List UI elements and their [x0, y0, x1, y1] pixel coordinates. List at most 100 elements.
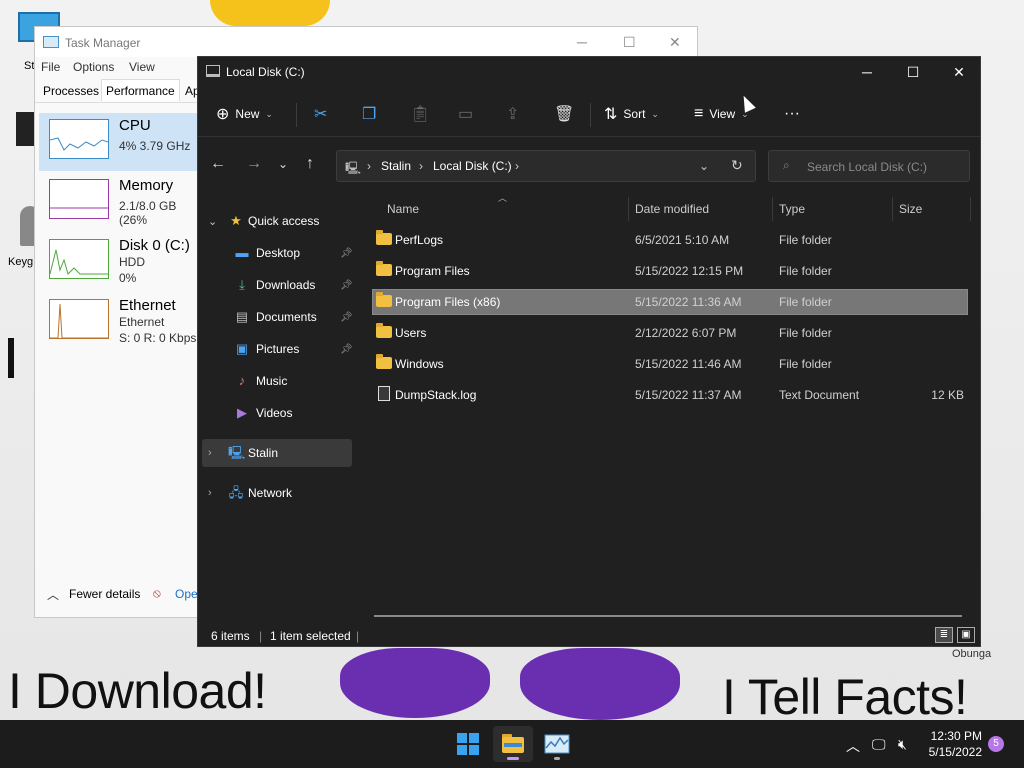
minimize-icon[interactable]: ─ — [852, 61, 882, 83]
file-row[interactable]: Program Files 5/15/2022 12:15 PM File fo… — [372, 258, 968, 284]
recent-locations-chevron-icon[interactable]: ⌄ — [278, 157, 288, 171]
chevron-right-icon: › — [208, 487, 212, 499]
view-label: View — [709, 107, 736, 121]
chevron-up-icon[interactable]: ︿ — [47, 586, 59, 603]
clock-date[interactable]: 5/15/2022 — [920, 745, 982, 759]
sidebar-item-label: Stalin — [248, 446, 279, 460]
fewer-details-link[interactable]: Fewer details — [69, 587, 140, 601]
start-button[interactable] — [448, 726, 488, 762]
volume-muted-icon[interactable]: 🔇︎ — [898, 736, 907, 753]
chevron-up-icon[interactable]: ︿ — [846, 736, 860, 756]
tab-performance[interactable]: Performance — [101, 79, 180, 101]
column-header-size[interactable]: Size — [899, 202, 922, 216]
large-icons-view-icon[interactable]: ▣ — [957, 627, 975, 643]
close-icon[interactable]: ✕ — [669, 34, 681, 51]
copy-button[interactable]: ❐ — [362, 99, 376, 129]
up-arrow-icon[interactable]: ↑ — [306, 155, 314, 173]
perf-item-memory[interactable]: Memory 2.1/8.0 GB (26% — [39, 173, 199, 231]
cut-button[interactable]: ✂ — [314, 99, 327, 129]
sidebar-item-pictures[interactable]: ▣ Pictures 📌︎ — [202, 335, 353, 363]
new-button[interactable]: ⊕ New ⌄ — [216, 99, 273, 129]
pin-icon: 📌︎ — [340, 343, 353, 355]
sidebar-item-music[interactable]: ♪ Music — [202, 367, 352, 395]
sidebar-item-label: Documents — [256, 310, 317, 324]
sidebar-item-quick-access[interactable]: ⌄ ★ Quick access — [202, 207, 352, 235]
file-row[interactable]: DumpStack.log 5/15/2022 11:37 AM Text Do… — [372, 382, 968, 408]
refresh-icon[interactable]: ↻ — [731, 157, 743, 174]
sidebar-item-videos[interactable]: ▶ Videos — [202, 399, 352, 427]
file-size: 12 KB — [931, 388, 964, 402]
file-name: PerfLogs — [395, 233, 444, 247]
paste-button[interactable]: 📋︎ — [410, 99, 430, 129]
sidebar-item-label: Videos — [256, 406, 293, 420]
running-indicator — [507, 757, 519, 760]
file-date: 5/15/2022 11:37 AM — [635, 388, 742, 402]
horizontal-scrollbar[interactable] — [374, 615, 962, 617]
navigation-bar: ← → ⌄ ↑ 🖳︎ › Stalin › Local Disk (C:) › … — [198, 147, 980, 187]
column-header-type[interactable]: Type — [779, 202, 805, 216]
menu-file[interactable]: File — [41, 60, 60, 74]
file-name: Users — [395, 326, 427, 340]
breadcrumb-item-stalin[interactable]: Stalin — [381, 159, 411, 173]
file-explorer-window[interactable]: Local Disk (C:) ─ ☐ ✕ ⊕ New ⌄ ✂ ❐ 📋︎ ▭ ⇪… — [197, 56, 981, 647]
notification-badge[interactable]: 5 — [988, 736, 1004, 752]
sidebar-item-documents[interactable]: ▤ Documents 📌︎ — [202, 303, 353, 331]
sidebar-item-desktop[interactable]: ▬ Desktop 📌︎ — [202, 239, 353, 267]
more-options-button[interactable]: ··· — [784, 99, 800, 129]
file-row-selected[interactable]: Program Files (x86) 5/15/2022 11:36 AM F… — [372, 289, 968, 315]
rename-button[interactable]: ▭ — [458, 99, 473, 129]
breadcrumb-item-local-disk[interactable]: Local Disk (C:) — [433, 159, 512, 173]
search-input[interactable] — [807, 158, 965, 176]
chevron-down-icon: ⌄ — [208, 215, 218, 228]
clock-time[interactable]: 12:30 PM — [924, 729, 982, 743]
menu-view[interactable]: View — [129, 60, 155, 74]
file-row[interactable]: Users 2/12/2022 6:07 PM File folder — [372, 320, 968, 346]
sort-button[interactable]: ⇅ Sort ⌄ — [604, 99, 659, 129]
address-bar[interactable]: 🖳︎ › Stalin › Local Disk (C:) › ⌄ ↻ — [336, 150, 756, 182]
column-divider[interactable] — [772, 197, 773, 221]
column-divider[interactable] — [892, 197, 893, 221]
perf-item-detail: HDD — [119, 255, 145, 269]
file-type: File folder — [779, 264, 832, 278]
maximize-icon[interactable]: ☐ — [898, 61, 928, 83]
perf-item-name: CPU — [119, 117, 151, 134]
taskbar-file-explorer[interactable] — [493, 726, 533, 762]
address-dropdown-chevron-icon[interactable]: ⌄ — [699, 159, 709, 173]
perf-item-disk[interactable]: Disk 0 (C:) HDD 0% — [39, 233, 199, 291]
pin-icon: 📌︎ — [340, 279, 353, 291]
menu-options[interactable]: Options — [73, 60, 114, 74]
details-view-icon[interactable]: ≣ — [935, 627, 953, 643]
share-icon: ⇪ — [506, 106, 520, 123]
task-manager-titlebar[interactable]: Task Manager ─ ☐ ✕ — [35, 27, 697, 57]
maximize-icon[interactable]: ☐ — [623, 34, 636, 51]
sidebar-item-network[interactable]: › 🖧︎ Network — [202, 479, 352, 507]
sidebar-item-this-pc[interactable]: › 🖳︎ Stalin — [202, 439, 352, 467]
perf-item-detail: S: 0 R: 0 Kbps — [119, 331, 197, 345]
tab-processes[interactable]: Processes — [43, 84, 99, 98]
perf-item-cpu[interactable]: CPU 4% 3.79 GHz — [39, 113, 199, 171]
sidebar-item-downloads[interactable]: ⤓ Downloads 📌︎ — [202, 271, 353, 299]
close-icon[interactable]: ✕ — [944, 61, 974, 83]
search-box[interactable]: ⌕ — [768, 150, 970, 182]
network-status-icon[interactable]: 🖵︎ — [872, 736, 886, 753]
file-row[interactable]: PerfLogs 6/5/2021 5:10 AM File folder — [372, 227, 968, 253]
explorer-titlebar[interactable]: Local Disk (C:) ─ ☐ ✕ — [198, 57, 980, 87]
ellipsis-icon: ··· — [784, 105, 800, 122]
breadcrumb-separator-icon: › — [419, 159, 423, 173]
taskbar-task-manager[interactable] — [537, 726, 577, 762]
forward-arrow-icon[interactable]: → — [246, 155, 262, 173]
file-row[interactable]: Windows 5/15/2022 11:46 AM File folder — [372, 351, 968, 377]
rename-icon: ▭ — [458, 106, 474, 123]
delete-button[interactable]: 🗑︎ — [554, 99, 574, 129]
toolbar-divider — [296, 103, 297, 127]
column-header-date[interactable]: Date modified — [635, 202, 709, 216]
perf-item-ethernet[interactable]: Ethernet Ethernet S: 0 R: 0 Kbps — [39, 293, 199, 351]
column-divider[interactable] — [628, 197, 629, 221]
new-label: New — [235, 107, 260, 121]
share-button[interactable]: ⇪ — [506, 99, 519, 129]
minimize-icon[interactable]: ─ — [577, 34, 587, 50]
column-header-name[interactable]: Name — [387, 202, 419, 216]
column-divider[interactable] — [970, 197, 971, 221]
back-arrow-icon[interactable]: ← — [210, 155, 226, 173]
open-resource-monitor-link[interactable]: Ope — [175, 587, 198, 601]
